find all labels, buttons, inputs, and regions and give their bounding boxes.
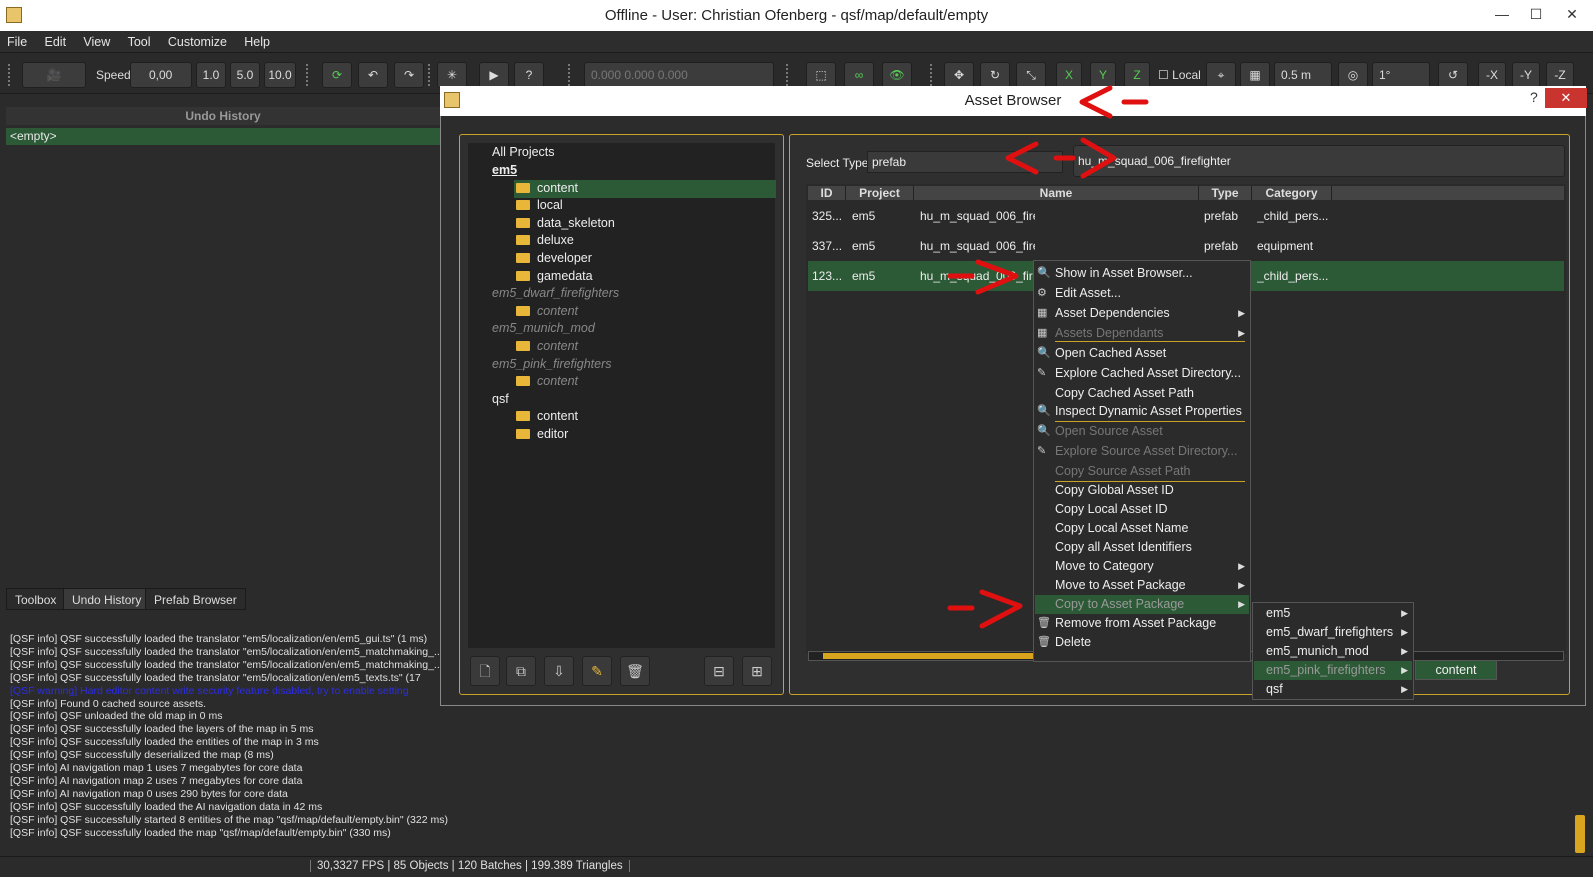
annotation-arrow [975, 259, 1019, 295]
annotation-arrow [1005, 141, 1039, 175]
annotation-arrow [1079, 85, 1113, 119]
annotation-arrow [979, 589, 1023, 629]
annotation-arrow [1080, 137, 1117, 179]
annotation-overlay [947, 85, 1149, 629]
